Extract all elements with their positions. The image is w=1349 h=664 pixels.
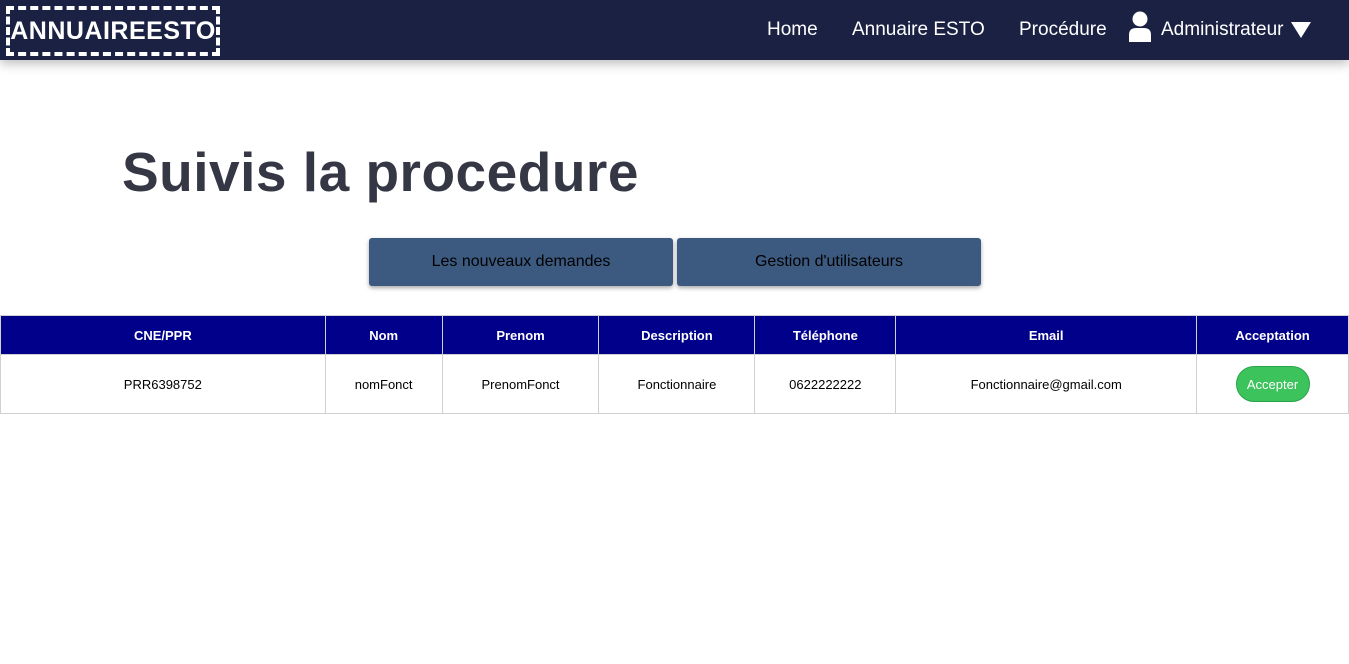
- column-header-prenom: Prenom: [441, 315, 600, 355]
- page-title: Suivis la procedure: [122, 141, 639, 203]
- new-requests-tab-button[interactable]: Les nouveaux demandes: [369, 238, 673, 286]
- nav-home-link[interactable]: Home: [767, 19, 818, 41]
- cell-description: Fonctionnaire: [598, 354, 756, 414]
- column-header-acceptation: Acceptation: [1196, 315, 1349, 355]
- cell-prenom: PrenomFonct: [441, 354, 600, 414]
- table-row: PRR6398752 nomFonct PrenomFonct Fonction…: [0, 354, 1349, 414]
- user-management-tab-button[interactable]: Gestion d'utilisateurs: [677, 238, 981, 286]
- cell-nom: nomFonct: [324, 354, 443, 414]
- top-navbar: ANNUAIREESTO Home Annuaire ESTO Procédur…: [0, 0, 1349, 60]
- column-header-nom: Nom: [324, 315, 443, 355]
- site-logo[interactable]: ANNUAIREESTO: [6, 6, 220, 56]
- caret-down-icon: [1290, 22, 1311, 38]
- accept-button[interactable]: Accepter: [1235, 366, 1310, 402]
- cell-telephone: 0622222222: [754, 354, 897, 414]
- user-menu-dropdown[interactable]: Administrateur: [1128, 8, 1311, 52]
- column-header-telephone: Téléphone: [754, 315, 897, 355]
- cell-email: Fonctionnaire@gmail.com: [895, 354, 1198, 414]
- column-header-cne: CNE/PPR: [0, 315, 326, 355]
- nav-procedure-link[interactable]: Procédure: [1019, 19, 1107, 41]
- user-name-label: Administrateur: [1161, 19, 1284, 40]
- column-header-description: Description: [598, 315, 756, 355]
- requests-table: CNE/PPR Nom Prenom Description Téléphone…: [0, 315, 1349, 414]
- cell-cne: PRR6398752: [0, 354, 326, 414]
- nav-annuaire-link[interactable]: Annuaire ESTO: [852, 19, 985, 41]
- user-icon: [1129, 11, 1151, 42]
- column-header-email: Email: [895, 315, 1198, 355]
- cell-acceptation: Accepter: [1196, 354, 1349, 414]
- table-header-row: CNE/PPR Nom Prenom Description Téléphone…: [0, 315, 1349, 355]
